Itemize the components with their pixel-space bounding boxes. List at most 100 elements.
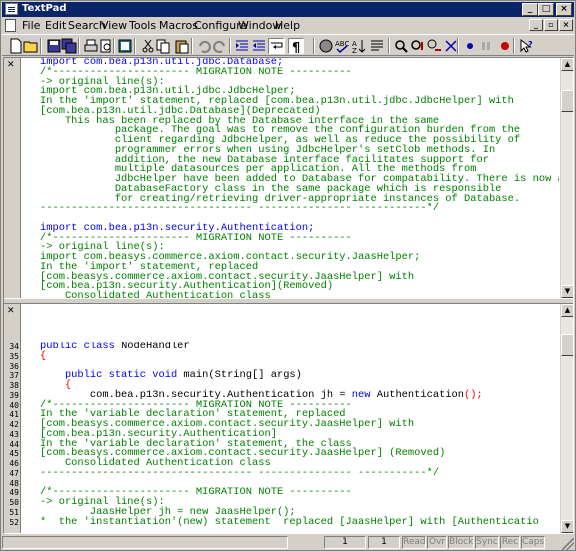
status-line: 1 — [324, 536, 366, 549]
line-number: 49 — [9, 488, 19, 498]
status-bar: 1 1 Read Ovr Block Sync Rec Caps — [2, 536, 574, 550]
outdent-icon[interactable] — [251, 38, 267, 54]
context-help-icon[interactable]: ? — [518, 38, 534, 54]
code-token: ---------------------------------- -----… — [40, 202, 440, 215]
print-icon[interactable] — [83, 38, 99, 54]
title-bar[interactable]: TextPad _ □ × — [2, 2, 574, 17]
code-token: public class — [40, 342, 122, 352]
print-preview-icon[interactable] — [98, 38, 114, 54]
cut-icon[interactable] — [140, 38, 156, 54]
undo-icon[interactable] — [196, 38, 212, 54]
spell-check-doc-icon[interactable] — [117, 38, 133, 54]
menu-macros[interactable]: Macros — [159, 19, 198, 32]
status-sync: Sync — [475, 536, 499, 549]
code-view-bottom[interactable]: public class NodeHandler{ public static … — [22, 342, 559, 533]
scroll-thumb[interactable] — [561, 90, 573, 112]
scroll-up-arrow-icon[interactable]: ▲ — [561, 58, 573, 71]
menu-tools[interactable]: Tools — [129, 19, 156, 32]
toolbar: ¶ ABC A Z? — [2, 34, 574, 56]
line-number: 43 — [9, 429, 19, 439]
copy-icon[interactable] — [155, 38, 171, 54]
line-number: 42 — [9, 420, 19, 429]
save-icon[interactable] — [46, 38, 62, 54]
line-number: 50 — [9, 498, 19, 507]
find-icon[interactable] — [393, 38, 409, 54]
code-line[interactable]: { — [40, 351, 559, 362]
replace-icon[interactable] — [426, 38, 442, 54]
maximize-button[interactable]: □ — [538, 3, 554, 16]
scroll-down-arrow-icon[interactable]: ▼ — [561, 520, 573, 533]
code-token: main(String[] args) — [183, 369, 302, 382]
svg-text:?: ? — [528, 40, 533, 49]
textpad-window: TextPad _ □ × File Edit Search View Tool… — [0, 0, 576, 551]
line-number: 37 — [9, 371, 19, 381]
scrollbar-bottom[interactable]: ▲ ▼ — [560, 304, 573, 533]
toolbar-separator — [229, 38, 231, 54]
new-file-icon[interactable] — [8, 38, 24, 54]
spelling-icon[interactable]: ABC — [334, 38, 350, 54]
editor-pane-top[interactable]: ✕ import com.bea.p13n.util.jdbc.Database… — [4, 58, 573, 298]
sort-icon[interactable]: AZ — [351, 38, 367, 54]
resize-grip[interactable] — [562, 538, 574, 550]
code-line[interactable]: * the 'instantiation'(new) statement rep… — [40, 516, 559, 528]
find-next-icon[interactable] — [410, 38, 426, 54]
status-rec: Rec — [500, 536, 520, 549]
save-all-icon[interactable] — [61, 38, 77, 54]
code-token: new — [351, 388, 377, 401]
code-view-top[interactable]: import com.bea.p13n.util.jdbc.Database; /… — [22, 58, 559, 298]
code-line[interactable]: public static void main(String[] args) — [40, 369, 559, 382]
line-number: 45 — [9, 449, 19, 459]
code-line[interactable]: ---------------------------------- -----… — [40, 468, 559, 479]
toolbar-separator — [78, 38, 80, 54]
open-file-icon[interactable] — [23, 38, 39, 54]
code-line[interactable]: ---------------------------------- -----… — [40, 202, 559, 215]
macro-stop-icon[interactable] — [479, 38, 495, 54]
close-button[interactable]: × — [556, 3, 572, 16]
word-wrap-icon[interactable] — [268, 38, 284, 54]
split-close-icon[interactable]: ✕ — [7, 306, 15, 316]
status-block: Block — [448, 536, 474, 549]
line-number: 48 — [9, 478, 19, 488]
show-clips-icon[interactable] — [318, 38, 334, 54]
minimize-button[interactable]: _ — [522, 3, 538, 16]
menu-edit[interactable]: Edit — [45, 19, 66, 32]
status-col: 1 — [368, 536, 400, 549]
editor-pane-bottom[interactable]: ✕ 34 35 36 37 38 39 40 41 42 43 44 45 46 47 48 49 50 51 52… — [4, 304, 573, 533]
doc-minimize-button[interactable]: _ — [529, 19, 543, 31]
paste-icon[interactable] — [174, 38, 190, 54]
visible-spaces-icon[interactable]: ¶ — [288, 38, 304, 55]
line-number: 38 — [9, 381, 19, 390]
menu-file[interactable]: File — [22, 19, 40, 32]
scrollbar-top[interactable]: ▲ ▼ — [560, 58, 573, 298]
gutter-top: ✕ — [4, 58, 21, 298]
line-number: 36 — [9, 361, 19, 371]
doc-restore-button[interactable]: ▫ — [544, 19, 558, 31]
document-icon[interactable] — [5, 19, 16, 32]
line-number: 41 — [9, 410, 19, 420]
line-number: 51 — [9, 507, 19, 517]
line-number: 40 — [9, 400, 19, 410]
code-line[interactable]: public class NodeHandler — [40, 342, 559, 352]
status-caps: Caps — [521, 536, 545, 549]
doc-close-button[interactable]: × — [559, 19, 573, 31]
scroll-thumb[interactable] — [561, 334, 573, 356]
code-token: (); — [464, 388, 483, 401]
toolbar-separator — [513, 38, 515, 54]
scroll-down-arrow-icon[interactable]: ▼ — [561, 285, 573, 298]
indent-icon[interactable] — [234, 38, 250, 54]
textpad-app-icon[interactable] — [5, 3, 18, 15]
menu-help[interactable]: Help — [275, 19, 300, 32]
redo-icon[interactable] — [212, 38, 228, 54]
split-close-icon[interactable]: ✕ — [7, 60, 15, 70]
jump-icon[interactable] — [443, 38, 459, 54]
toolbar-separator — [388, 38, 390, 54]
code-token: NodeHandler — [121, 342, 190, 352]
macro-play-icon[interactable] — [462, 38, 478, 54]
editor[interactable]: ✕ import com.bea.p13n.util.jdbc.Database… — [3, 57, 574, 534]
toolbar-separator — [191, 38, 193, 54]
format-icon[interactable] — [369, 38, 385, 54]
scroll-up-arrow-icon[interactable]: ▲ — [561, 304, 573, 317]
macro-record-icon[interactable] — [497, 38, 513, 54]
line-number: 34 — [9, 342, 19, 351]
menu-view[interactable]: View — [101, 19, 127, 32]
